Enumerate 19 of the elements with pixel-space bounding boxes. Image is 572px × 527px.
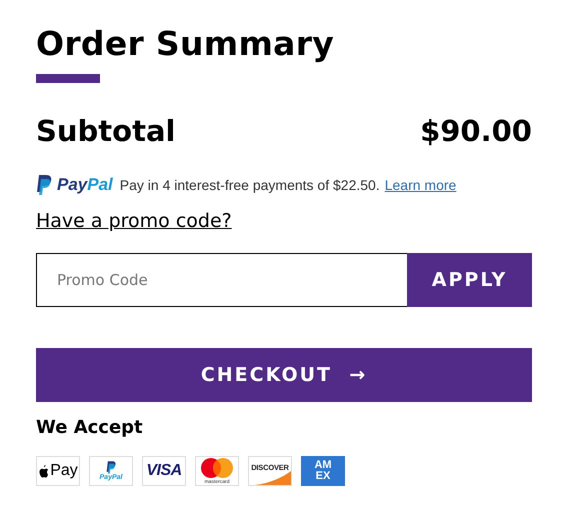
- paypal-logo-icon: [106, 460, 116, 474]
- overlapping-circles-icon: [198, 457, 236, 479]
- promo-code-field[interactable]: Promo Code: [36, 253, 407, 307]
- apply-button[interactable]: APPLY: [407, 253, 532, 307]
- promo-code-link[interactable]: Have a promo code?: [36, 209, 232, 233]
- paypal-logo-icon: [36, 175, 52, 195]
- apple-logo-icon: [38, 464, 50, 478]
- subtotal-label: Subtotal: [36, 113, 176, 150]
- visa-card: VISA: [142, 456, 186, 486]
- amex-card: AM EX: [301, 456, 345, 486]
- learn-more-link[interactable]: Learn more: [384, 177, 456, 193]
- accent-bar: [36, 74, 100, 83]
- apple-pay-text: Pay: [50, 462, 78, 480]
- subtotal-amount: $90.00: [420, 113, 532, 150]
- checkout-button[interactable]: CHECKOUT →: [36, 348, 532, 402]
- we-accept-heading: We Accept: [36, 416, 144, 440]
- paypal-wordmark: PayPal: [57, 175, 113, 195]
- order-summary-title: Order Summary: [36, 23, 336, 65]
- paypal-message: Pay in 4 interest-free payments of $22.50.: [120, 177, 380, 193]
